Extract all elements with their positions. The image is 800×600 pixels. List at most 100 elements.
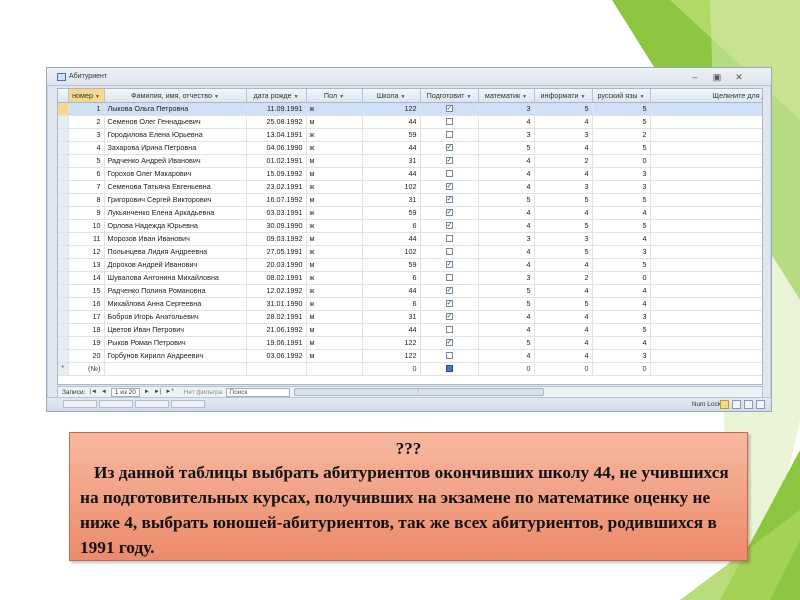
cell-add-field[interactable] [650, 128, 762, 142]
cell-birth-date[interactable]: 03.03.1991 [246, 206, 307, 220]
cell-math[interactable]: 4 [478, 349, 535, 363]
cell-birth-date[interactable]: 30.09.1990 [246, 219, 307, 233]
cell-school[interactable]: 31 [362, 154, 421, 168]
cell-school[interactable]: 31 [362, 193, 421, 207]
sort-arrow-icon[interactable]: ▼ [400, 94, 405, 100]
cell-russian[interactable]: 4 [592, 297, 651, 311]
table-row[interactable]: 15 Радченко Полина Романовна 12.02.1992 ж 44… [58, 284, 762, 298]
cell-school[interactable]: 122 [362, 349, 421, 363]
cell-fio[interactable]: Полынцева Лидия Андреевна [104, 245, 247, 259]
cell-add-field[interactable] [650, 206, 762, 220]
cell-math[interactable]: 4 [478, 154, 535, 168]
cell-sex[interactable]: м [306, 336, 363, 350]
cell-add-field[interactable] [650, 193, 762, 207]
cell-number[interactable]: 20 [68, 349, 105, 363]
cell-birth-date[interactable]: 13.04.1991 [246, 128, 307, 142]
scrollbar-thumb[interactable]: ⦙ [294, 388, 545, 396]
cell-prep-course[interactable] [420, 310, 479, 324]
table-row[interactable]: 19Рыков Роман Петрович19.06.1991м122544 [58, 336, 762, 350]
cell-fio[interactable]: Михайлова Анна Сергеевна [104, 297, 247, 311]
cell-fio[interactable]: Морозов Иван Иванович [104, 232, 247, 246]
checkbox-checked[interactable] [445, 259, 453, 270]
next-record-button[interactable]: ► [144, 389, 150, 395]
cell-informatics[interactable]: 0 [534, 362, 593, 376]
cell-add-field[interactable] [650, 219, 762, 233]
table-row[interactable]: 8 Григорович Сергей Викторович 16.07.1992 м… [58, 193, 762, 207]
cell-school[interactable]: 44 [362, 141, 421, 155]
cell-birth-date[interactable]: 28.02.1991 [246, 310, 307, 324]
cell-prep-course[interactable] [420, 128, 479, 142]
cell-sex[interactable]: ж [306, 102, 363, 116]
cell-number[interactable]: 13 [68, 258, 105, 272]
checkbox-unchecked[interactable] [445, 248, 453, 256]
cell-sex[interactable]: ж [306, 245, 363, 259]
cell-math[interactable]: 4 [478, 180, 535, 194]
cell-school[interactable]: 122 [362, 336, 421, 350]
cell-fio[interactable]: Дорохов Андрей Иванович [104, 258, 247, 272]
cell-prep-course[interactable] [420, 258, 479, 272]
cell-number[interactable]: 7 [68, 180, 105, 194]
cell-fio[interactable]: Бобров Игорь Анатольевич [104, 310, 247, 324]
cell-math[interactable]: 4 [478, 167, 535, 181]
row-selector[interactable] [58, 102, 69, 116]
cell-informatics[interactable]: 4 [534, 115, 593, 129]
cell-school[interactable]: 122 [362, 102, 421, 116]
cell-fio[interactable]: Рыков Роман Петрович [104, 336, 247, 350]
cell-birth-date[interactable] [246, 362, 307, 376]
cell-fio[interactable]: Шувалова Антонина Михайловна [104, 271, 247, 285]
cell-add-field[interactable] [650, 102, 762, 116]
cell-birth-date[interactable]: 27.05.1991 [246, 245, 307, 259]
cell-russian[interactable]: 3 [592, 245, 651, 259]
row-selector[interactable] [58, 180, 69, 194]
column-header[interactable]: информати ▼ [534, 89, 593, 103]
cell-birth-date[interactable]: 09.03.1992 [246, 232, 307, 246]
cell-fio[interactable]: Горохов Олег Макарович [104, 167, 247, 181]
cell-school[interactable]: 44 [362, 115, 421, 129]
cell-add-field[interactable] [650, 297, 762, 311]
checkbox-checked[interactable] [445, 142, 453, 153]
cell-school[interactable]: 44 [362, 232, 421, 246]
sort-arrow-icon[interactable]: ▼ [95, 94, 100, 100]
minimize-button[interactable]: – [689, 68, 701, 86]
sort-arrow-icon[interactable]: ▼ [522, 94, 527, 100]
cell-informatics[interactable]: 5 [534, 193, 593, 207]
cell-school[interactable]: 44 [362, 167, 421, 181]
horizontal-scrollbar[interactable]: ⦙ [294, 388, 756, 396]
cell-sex[interactable]: ж [306, 128, 363, 142]
table-row[interactable]: 11 Морозов Иван Иванович 09.03.1992 м 44 3 3 4 [58, 232, 762, 246]
checkbox-checked[interactable] [445, 207, 453, 218]
cell-russian[interactable]: 3 [592, 349, 651, 363]
cell-russian[interactable]: 2 [592, 128, 651, 142]
cell-math[interactable]: 3 [478, 271, 535, 285]
cell-prep-course[interactable] [420, 180, 479, 194]
cell-add-field[interactable] [650, 167, 762, 181]
datasheet-grid[interactable]: номер ▼ Фамилия, имя, отчество ▼ дата рожде ▼… [57, 88, 763, 385]
table-row[interactable]: 13Дорохов Андрей Иванович20.03.1990м59 44… [58, 258, 762, 272]
cell-birth-date[interactable]: 16.07.1992 [246, 193, 307, 207]
cell-russian[interactable]: 5 [592, 258, 651, 272]
table-row[interactable]: 18 Цветов Иван Петрович 21.06.1992 м 44 4 4 5 [58, 323, 762, 337]
cell-sex[interactable]: ж [306, 141, 363, 155]
cell-add-field[interactable] [650, 323, 762, 337]
row-selector[interactable] [58, 128, 69, 142]
checkbox-unchecked[interactable] [445, 352, 453, 360]
cell-russian[interactable]: 5 [592, 115, 651, 129]
table-row[interactable]: 5Радченко Андрей Иванович01.02.1991м31 42… [58, 154, 762, 168]
restore-button[interactable]: ▣ [711, 68, 723, 86]
design-view-icon[interactable] [756, 400, 765, 409]
cell-sex[interactable]: ж [306, 271, 363, 285]
column-header[interactable]: номер ▼ [68, 89, 105, 103]
row-selector[interactable] [58, 154, 69, 168]
cell-fio[interactable]: Радченко Полина Романовна [104, 284, 247, 298]
cell-math[interactable]: 5 [478, 141, 535, 155]
row-selector[interactable] [58, 336, 69, 350]
checkbox-checked[interactable] [445, 220, 453, 231]
cell-add-field[interactable] [650, 349, 762, 363]
cell-russian[interactable]: 0 [592, 154, 651, 168]
cell-number[interactable]: 8 [68, 193, 105, 207]
filter-status-button[interactable]: Нет фильтра [184, 389, 223, 396]
row-selector[interactable] [58, 258, 69, 272]
cell-russian[interactable]: 4 [592, 284, 651, 298]
cell-prep-course[interactable] [420, 271, 479, 285]
cell-russian[interactable]: 5 [592, 193, 651, 207]
